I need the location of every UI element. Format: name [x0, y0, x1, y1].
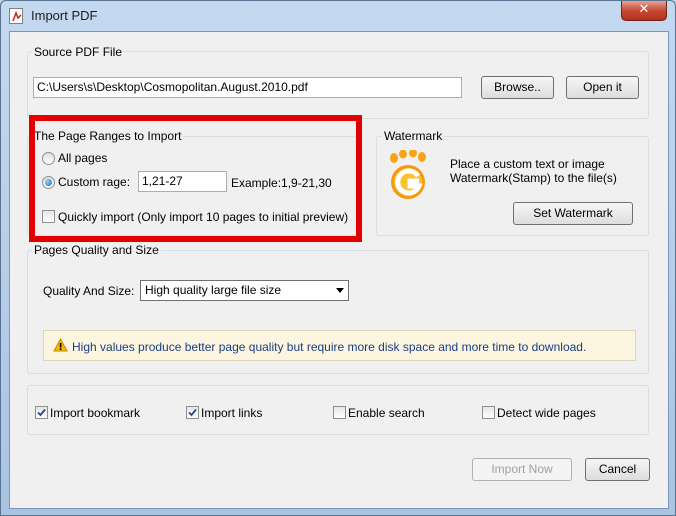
pdf-path-field[interactable]: C:\Users\s\Desktop\Cosmopolitan.August.2…: [33, 77, 462, 98]
foot-g-logo-icon: [388, 148, 430, 205]
source-pdf-group-label: Source PDF File: [32, 45, 125, 59]
quality-select[interactable]: High quality large file size: [140, 280, 349, 301]
detect-wide-pages-checkbox[interactable]: [482, 406, 495, 419]
import-bookmark-label[interactable]: Import bookmark: [50, 406, 140, 420]
open-it-button[interactable]: Open it: [566, 76, 639, 99]
detect-wide-pages-label[interactable]: Detect wide pages: [497, 406, 596, 420]
quality-select-value: High quality large file size: [145, 283, 282, 297]
quality-info-text: High values produce better page quality …: [72, 340, 587, 354]
import-links-label[interactable]: Import links: [201, 406, 262, 420]
import-links-checkbox[interactable]: [186, 406, 199, 419]
quality-info-bar: High values produce better page quality …: [43, 330, 636, 361]
import-now-button[interactable]: Import Now: [472, 458, 572, 481]
browse-button[interactable]: Browse..: [481, 76, 554, 99]
quality-field-label: Quality And Size:: [43, 284, 135, 298]
watermark-desc-line2: Watermark(Stamp) to the file(s): [450, 171, 617, 185]
pdf-app-icon: [9, 8, 23, 24]
cancel-button[interactable]: Cancel: [585, 458, 650, 481]
cancel-button-label: Cancel: [598, 462, 637, 476]
checkmark-icon: [37, 408, 46, 417]
set-watermark-button-label: Set Watermark: [533, 206, 613, 220]
enable-search-label[interactable]: Enable search: [348, 406, 425, 420]
watermark-desc-line1: Place a custom text or image: [450, 157, 605, 171]
import-now-button-label: Import Now: [491, 462, 553, 476]
close-icon: ✕: [638, 2, 650, 17]
highlight-box: [29, 115, 362, 242]
close-button[interactable]: ✕: [621, 1, 667, 21]
browse-button-label: Browse..: [494, 80, 541, 94]
dialog-body: Source PDF File C:\Users\s\Desktop\Cosmo…: [9, 31, 669, 509]
warning-icon: [53, 337, 68, 355]
checkmark-icon: [188, 408, 197, 417]
window-title: Import PDF: [31, 8, 98, 23]
set-watermark-button[interactable]: Set Watermark: [513, 202, 633, 225]
quality-group-label: Pages Quality and Size: [32, 243, 161, 257]
import-pdf-window: Import PDF ✕ Source PDF File C:\Users\s\…: [0, 0, 676, 516]
import-bookmark-checkbox[interactable]: [35, 406, 48, 419]
enable-search-checkbox[interactable]: [333, 406, 346, 419]
open-it-button-label: Open it: [583, 80, 622, 94]
title-bar[interactable]: Import PDF ✕: [1, 1, 675, 31]
watermark-group-label: Watermark: [382, 129, 445, 143]
chevron-down-icon: [336, 288, 344, 293]
